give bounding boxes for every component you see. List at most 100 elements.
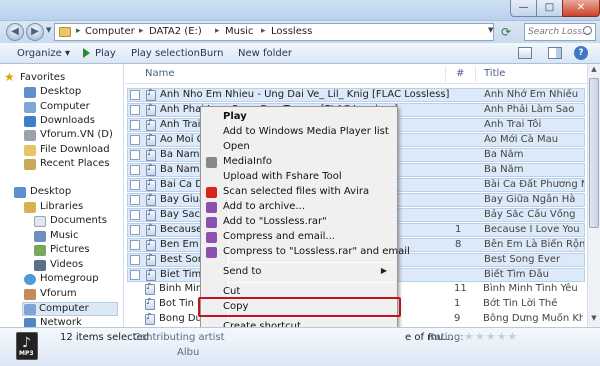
command-bar: Organize ▾ Play Play selection Burn New …: [0, 43, 600, 64]
row-checkbox[interactable]: [130, 210, 140, 220]
help-icon[interactable]: ?: [574, 46, 588, 60]
forward-button[interactable]: ▶: [26, 23, 44, 41]
menu-item-open[interactable]: Open: [203, 140, 395, 155]
scroll-down-arrow[interactable]: ▼: [589, 314, 599, 324]
play-button[interactable]: Play: [95, 48, 116, 59]
breadcrumb-separator[interactable]: ▸: [76, 26, 81, 36]
sidebar-item-label: Network: [40, 317, 82, 327]
sidebar-item-label: Homegroup: [40, 273, 99, 284]
row-checkbox[interactable]: [130, 180, 140, 190]
search-icon[interactable]: [583, 26, 592, 35]
column-divider[interactable]: [445, 66, 446, 82]
scroll-thumb[interactable]: [589, 78, 599, 228]
mediainfo-icon: [206, 157, 217, 168]
sidebar-item-computer-selected[interactable]: Computer: [22, 302, 118, 316]
row-checkbox[interactable]: [130, 150, 140, 160]
sidebar-item-label: Vforum: [40, 288, 77, 299]
track-title: Best Song Ever: [484, 254, 561, 265]
track-title: Bảy Sắc Cầu Vồng: [484, 209, 576, 220]
track-title: Ba Năm: [484, 164, 524, 175]
file-badge: MP3: [19, 350, 34, 357]
sidebar-item-label: Libraries: [40, 201, 84, 212]
row-checkbox[interactable]: [130, 195, 140, 205]
sidebar-item-label: Vforum.VN (D): [40, 129, 113, 140]
audio-file-icon: [146, 133, 156, 146]
preview-pane-icon[interactable]: [548, 47, 562, 59]
menu-item-label: Add to archive...: [223, 201, 305, 212]
avira-icon: [206, 187, 217, 198]
menu-item-add-to-lossless-rar[interactable]: Add to "Lossless.rar": [203, 215, 395, 230]
track-number: 11: [454, 283, 467, 294]
menu-item-scan-selected-files-with-avira[interactable]: Scan selected files with Avira: [203, 185, 395, 200]
scroll-up-arrow[interactable]: ▲: [589, 65, 599, 75]
breadcrumb-drive[interactable]: DATA2 (E:): [149, 26, 202, 37]
winrar-icon: [206, 202, 217, 213]
menu-item-label: Add to "Lossless.rar": [223, 216, 327, 227]
menu-item-add-to-archive[interactable]: Add to archive...: [203, 200, 395, 215]
row-checkbox[interactable]: [130, 135, 140, 145]
recent-pages-dropdown[interactable]: ▼: [46, 26, 51, 34]
winrar-icon: [206, 232, 217, 243]
menu-item-play[interactable]: Play: [203, 110, 395, 125]
breadcrumb-separator[interactable]: ▸: [215, 26, 220, 36]
menu-item-mediainfo[interactable]: MediaInfo: [203, 155, 395, 170]
audio-file-icon: [146, 103, 156, 116]
track-number: 1: [454, 298, 461, 309]
audio-file-icon: [145, 312, 155, 325]
row-checkbox[interactable]: [130, 165, 140, 175]
breadcrumb-lossless[interactable]: Lossless: [271, 26, 312, 37]
row-checkbox[interactable]: [130, 255, 140, 265]
menu-item-upload-with-fshare-tool[interactable]: Upload with Fshare Tool: [203, 170, 395, 185]
row-checkbox[interactable]: [130, 225, 140, 235]
rating-stars[interactable]: ★★★★★: [464, 330, 518, 343]
search-input[interactable]: Search Loss...: [524, 23, 596, 41]
column-number-header[interactable]: #: [456, 68, 464, 79]
address-dropdown[interactable]: ▼: [488, 26, 493, 34]
audio-file-icon: [146, 163, 156, 176]
close-button[interactable]: ✕: [562, 0, 600, 17]
menu-item-compress-to-lossless-rar-and-email[interactable]: Compress to "Lossless.rar" and email: [203, 245, 410, 260]
back-button[interactable]: ◀: [6, 23, 24, 41]
videos-icon: [34, 260, 46, 271]
breadcrumb-separator[interactable]: ▸: [139, 26, 144, 36]
homegroup-icon: [24, 274, 36, 285]
libraries-icon: [24, 202, 36, 213]
menu-item-add-to-windows-media-player-list[interactable]: Add to Windows Media Player list: [203, 125, 395, 140]
mp3-file-icon: ♪ MP3: [16, 332, 38, 360]
address-bar[interactable]: ▸ Computer ▸ DATA2 (E:) ▸ Music ▸ Lossle…: [54, 23, 494, 41]
audio-file-icon: [146, 88, 156, 101]
column-divider[interactable]: [475, 66, 476, 82]
desktop-icon: [24, 87, 36, 98]
column-name-header[interactable]: Name: [145, 68, 175, 79]
new-folder-button[interactable]: New folder: [238, 48, 292, 59]
maximize-button[interactable]: □: [536, 0, 563, 17]
row-checkbox[interactable]: [130, 240, 140, 250]
organize-button[interactable]: Organize ▾: [17, 48, 70, 59]
menu-item-send-to[interactable]: Send to ▶: [203, 265, 395, 280]
menu-item-compress-and-email[interactable]: Compress and email...: [203, 230, 395, 245]
sidebar-item-label: Recent Places: [40, 158, 110, 169]
file-name: Anh Nho Em Nhieu - Ung Dai Ve_ Lil_ Knig…: [160, 89, 450, 100]
row-checkbox[interactable]: [130, 120, 140, 130]
track-title: Anh Phải Làm Sao: [484, 104, 575, 115]
play-selection-button[interactable]: Play selection: [131, 48, 200, 59]
menu-separator: [231, 317, 395, 318]
menu-item-label: Compress and email...: [223, 231, 335, 242]
row-checkbox[interactable]: [130, 270, 140, 280]
menu-item-label: Send to: [223, 266, 262, 277]
column-title-header[interactable]: Title: [484, 68, 505, 79]
table-row[interactable]: Anh Nho Em Nhieu - Ung Dai Ve_ Lil_ Knig…: [127, 88, 585, 102]
refresh-icon[interactable]: ⟳: [501, 25, 511, 39]
minimize-button[interactable]: —: [510, 0, 537, 17]
breadcrumb-separator[interactable]: ▸: [261, 26, 266, 36]
breadcrumb-music[interactable]: Music: [225, 26, 253, 37]
vertical-scrollbar[interactable]: ▲ ▼: [587, 64, 600, 327]
audio-file-icon: [146, 268, 156, 281]
row-checkbox[interactable]: [130, 105, 140, 115]
row-checkbox[interactable]: [130, 90, 140, 100]
burn-button[interactable]: Burn: [200, 48, 223, 59]
views-icon[interactable]: [518, 47, 532, 59]
audio-file-icon: [145, 282, 155, 295]
breadcrumb-computer[interactable]: Computer: [85, 26, 135, 37]
downloads-icon: [24, 116, 36, 127]
